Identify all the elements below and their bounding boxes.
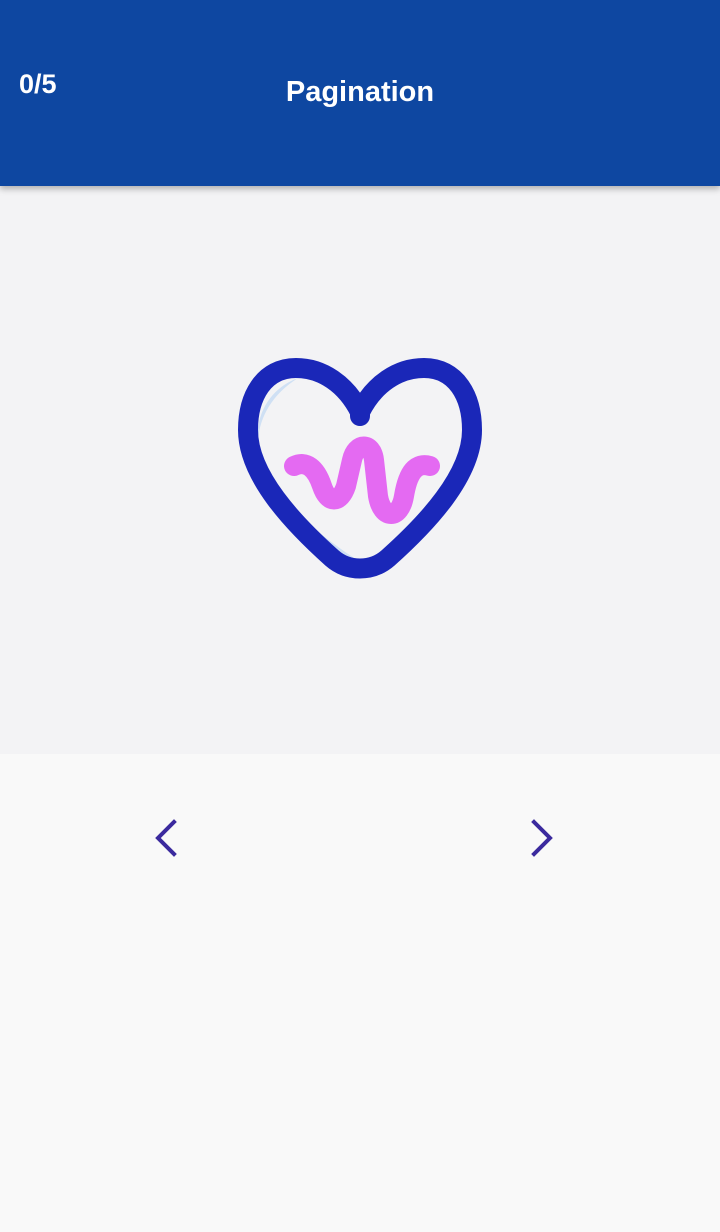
- previous-page-button[interactable]: [136, 806, 200, 870]
- pulse-wave: [284, 436, 440, 524]
- next-page-button[interactable]: [508, 806, 572, 870]
- image-panel: [0, 186, 720, 754]
- chevron-left-icon: [155, 819, 177, 857]
- page-title: Pagination: [285, 76, 435, 108]
- pagination-controls: [0, 754, 720, 924]
- pagination-screen: 0/5 Pagination: [0, 0, 720, 1232]
- heart-pulse-icon: [238, 358, 482, 579]
- app-bar: 0/5 Pagination: [0, 0, 720, 186]
- chevron-right-icon: [531, 819, 553, 857]
